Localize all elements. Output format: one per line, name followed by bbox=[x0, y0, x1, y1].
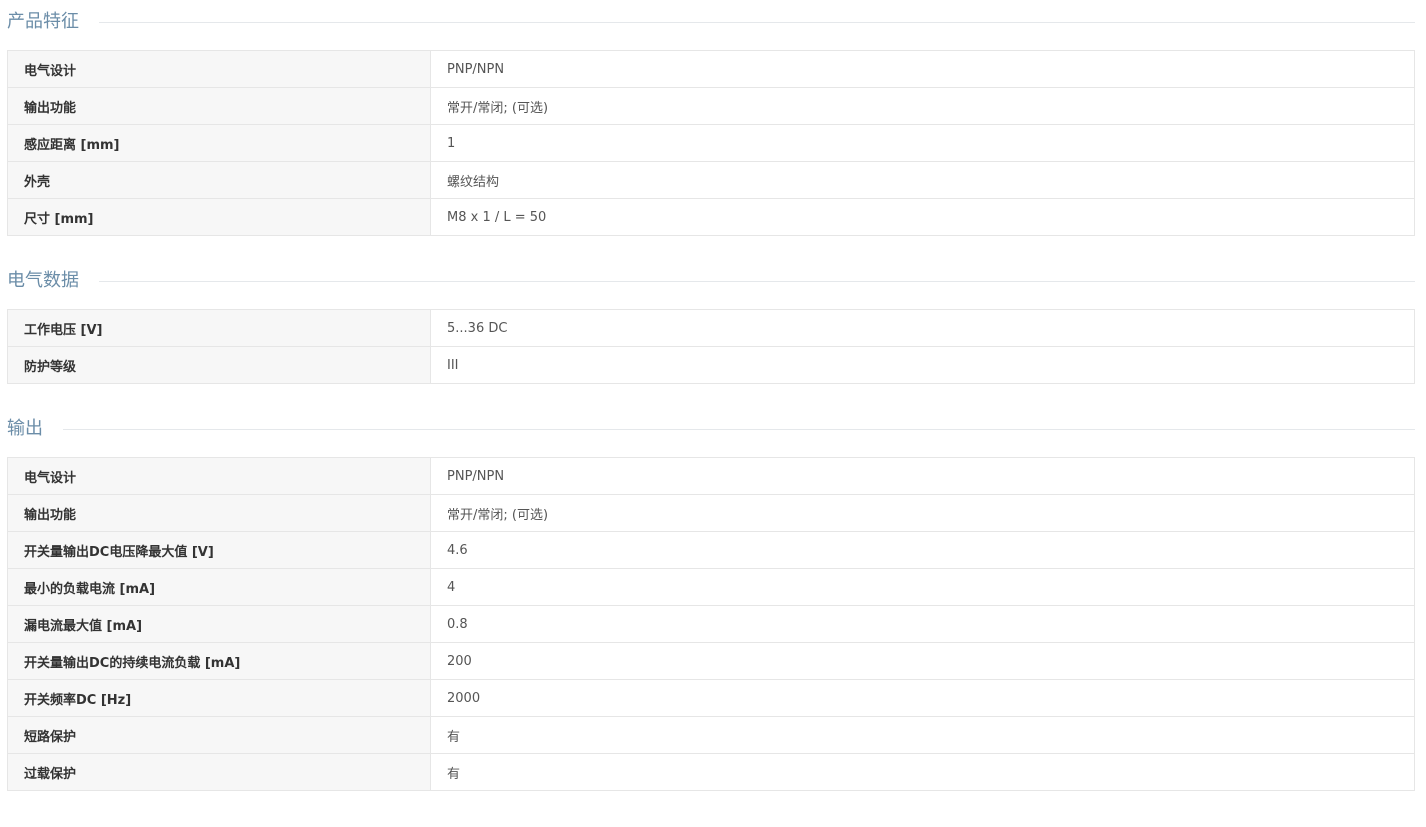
section-header: 电气数据 bbox=[7, 266, 1415, 296]
row-label: 外壳 bbox=[7, 161, 431, 199]
row-value: 螺纹结构 bbox=[430, 161, 1415, 199]
section-title: 输出 bbox=[7, 418, 63, 440]
spec-page: 产品特征 电气设计 PNP/NPN 输出功能 常开/常闭; (可选) 感应距离 … bbox=[0, 0, 1426, 827]
section-divider bbox=[7, 22, 1415, 23]
table-row: 电气设计 PNP/NPN bbox=[7, 457, 1415, 495]
row-value: 0.8 bbox=[430, 605, 1415, 643]
section-header: 产品特征 bbox=[7, 7, 1415, 37]
row-label: 最小的负载电流 [mA] bbox=[7, 568, 431, 606]
table-row: 开关量输出DC的持续电流负载 [mA] 200 bbox=[7, 642, 1415, 680]
table-row: 开关频率DC [Hz] 2000 bbox=[7, 679, 1415, 717]
row-label: 电气设计 bbox=[7, 457, 431, 495]
table-row: 输出功能 常开/常闭; (可选) bbox=[7, 87, 1415, 125]
table-row: 尺寸 [mm] M8 x 1 / L = 50 bbox=[7, 198, 1415, 236]
row-value: 常开/常闭; (可选) bbox=[430, 494, 1415, 532]
table-row: 短路保护 有 bbox=[7, 716, 1415, 754]
table-row: 过载保护 有 bbox=[7, 753, 1415, 791]
row-label: 漏电流最大值 [mA] bbox=[7, 605, 431, 643]
row-label: 尺寸 [mm] bbox=[7, 198, 431, 236]
section-divider bbox=[7, 281, 1415, 282]
row-value: 常开/常闭; (可选) bbox=[430, 87, 1415, 125]
row-label: 感应距离 [mm] bbox=[7, 124, 431, 162]
row-value: 有 bbox=[430, 716, 1415, 754]
row-value: 2000 bbox=[430, 679, 1415, 717]
section-title: 产品特征 bbox=[7, 11, 99, 33]
row-label: 短路保护 bbox=[7, 716, 431, 754]
section-divider bbox=[7, 429, 1415, 430]
section-title: 电气数据 bbox=[7, 270, 99, 292]
row-label: 开关量输出DC电压降最大值 [V] bbox=[7, 531, 431, 569]
spec-table: 电气设计 PNP/NPN 输出功能 常开/常闭; (可选) 感应距离 [mm] … bbox=[7, 50, 1415, 236]
table-row: 输出功能 常开/常闭; (可选) bbox=[7, 494, 1415, 532]
row-label: 开关量输出DC的持续电流负载 [mA] bbox=[7, 642, 431, 680]
table-row: 电气设计 PNP/NPN bbox=[7, 50, 1415, 88]
row-value: PNP/NPN bbox=[430, 457, 1415, 495]
table-row: 外壳 螺纹结构 bbox=[7, 161, 1415, 199]
row-label: 输出功能 bbox=[7, 494, 431, 532]
spec-table: 电气设计 PNP/NPN 输出功能 常开/常闭; (可选) 开关量输出DC电压降… bbox=[7, 457, 1415, 791]
row-value: 200 bbox=[430, 642, 1415, 680]
row-value: 5...36 DC bbox=[430, 309, 1415, 347]
table-row: 工作电压 [V] 5...36 DC bbox=[7, 309, 1415, 347]
row-value: M8 x 1 / L = 50 bbox=[430, 198, 1415, 236]
row-value: 4 bbox=[430, 568, 1415, 606]
row-value: PNP/NPN bbox=[430, 50, 1415, 88]
section-electrical-data: 电气数据 工作电压 [V] 5...36 DC 防护等级 III bbox=[7, 266, 1415, 384]
row-value: 有 bbox=[430, 753, 1415, 791]
table-row: 感应距离 [mm] 1 bbox=[7, 124, 1415, 162]
row-value: 4.6 bbox=[430, 531, 1415, 569]
table-row: 最小的负载电流 [mA] 4 bbox=[7, 568, 1415, 606]
row-label: 防护等级 bbox=[7, 346, 431, 384]
row-label: 开关频率DC [Hz] bbox=[7, 679, 431, 717]
row-label: 过载保护 bbox=[7, 753, 431, 791]
row-label: 输出功能 bbox=[7, 87, 431, 125]
section-output: 输出 电气设计 PNP/NPN 输出功能 常开/常闭; (可选) 开关量输出DC… bbox=[7, 414, 1415, 791]
table-row: 防护等级 III bbox=[7, 346, 1415, 384]
section-header: 输出 bbox=[7, 414, 1415, 444]
row-label: 工作电压 [V] bbox=[7, 309, 431, 347]
row-value: III bbox=[430, 346, 1415, 384]
section-product-features: 产品特征 电气设计 PNP/NPN 输出功能 常开/常闭; (可选) 感应距离 … bbox=[7, 7, 1415, 236]
table-row: 开关量输出DC电压降最大值 [V] 4.6 bbox=[7, 531, 1415, 569]
table-row: 漏电流最大值 [mA] 0.8 bbox=[7, 605, 1415, 643]
row-value: 1 bbox=[430, 124, 1415, 162]
spec-table: 工作电压 [V] 5...36 DC 防护等级 III bbox=[7, 309, 1415, 384]
row-label: 电气设计 bbox=[7, 50, 431, 88]
